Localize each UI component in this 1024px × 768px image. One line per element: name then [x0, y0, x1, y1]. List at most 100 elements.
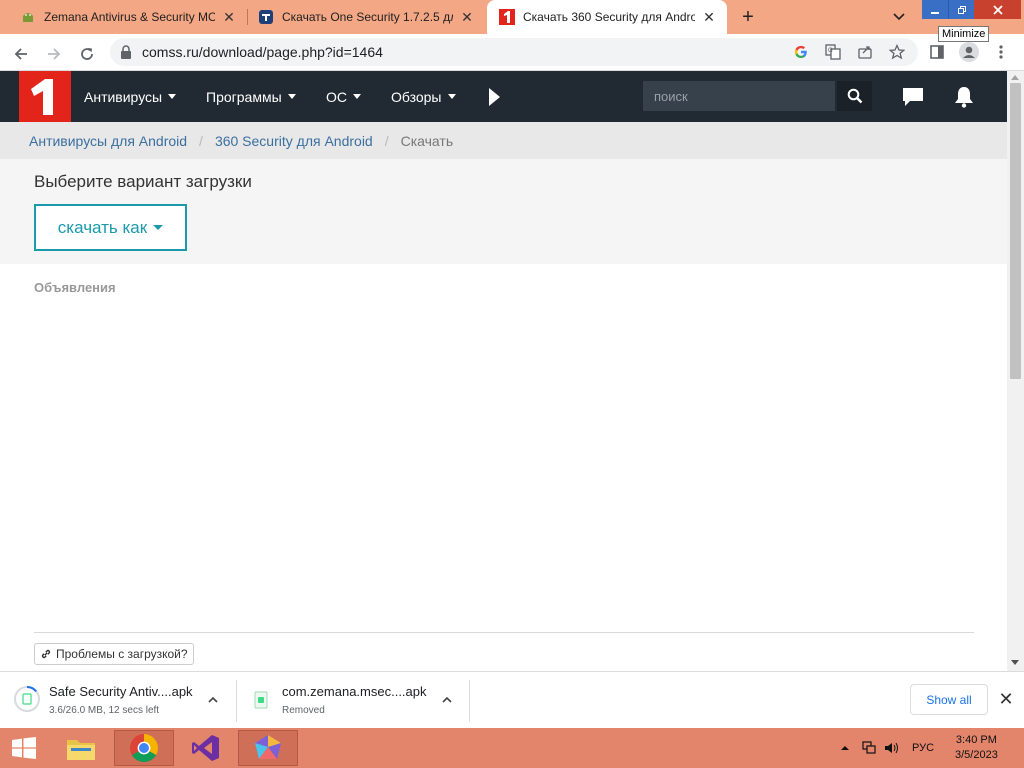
- new-tab-button[interactable]: +: [736, 5, 760, 29]
- tab-search-chevron-icon[interactable]: [889, 8, 909, 26]
- android-icon: [20, 9, 36, 25]
- breadcrumb-360-security[interactable]: 360 Security для Android: [215, 133, 373, 149]
- clock[interactable]: 3:40 PM 3/5/2023: [955, 733, 998, 763]
- apk-file-icon: [22, 693, 32, 705]
- download-status: 3.6/26.0 MB, 12 secs left: [49, 705, 160, 716]
- speaker-icon[interactable]: [884, 741, 900, 755]
- site-search-input[interactable]: [643, 81, 835, 111]
- menu-reviews[interactable]: Обзоры: [391, 71, 456, 122]
- download-filename: com.zemana.msec....apk: [282, 684, 427, 699]
- download-problems-button[interactable]: Проблемы с загрузкой?: [34, 643, 194, 665]
- downloads-shelf: Safe Security Antiv....apk 3.6/26.0 MB, …: [0, 671, 1024, 728]
- close-shelf-icon[interactable]: ✕: [997, 689, 1015, 709]
- translate-icon[interactable]: G: [824, 43, 842, 61]
- vertical-scrollbar[interactable]: [1007, 71, 1024, 671]
- tab-title: Скачать 360 Security для Androi: [523, 10, 695, 24]
- ads-label: Объявления: [34, 280, 116, 295]
- google-icon[interactable]: [792, 43, 810, 61]
- close-window-button[interactable]: [974, 0, 1021, 19]
- keyboard-language[interactable]: РУС: [912, 742, 934, 754]
- comss-logo-icon: [499, 9, 515, 25]
- address-bar[interactable]: comss.ru/download/page.php?id=1464 G: [110, 38, 918, 66]
- reload-button[interactable]: [75, 42, 99, 66]
- link-icon: [41, 649, 51, 659]
- more-menu-arrow-icon[interactable]: [489, 88, 500, 106]
- tab-zemana[interactable]: Zemana Antivirus & Security MO ✕: [0, 0, 247, 34]
- menu-label: Обзоры: [391, 88, 442, 105]
- tab-one-security[interactable]: Скачать One Security 1.7.2.5 для ✕: [248, 0, 485, 34]
- network-icon[interactable]: [862, 741, 878, 755]
- page-title: Выберите вариант загрузки: [34, 172, 252, 191]
- breadcrumb-separator: /: [199, 132, 203, 149]
- shelf-separator: [469, 680, 470, 722]
- close-tab-icon[interactable]: ✕: [459, 9, 475, 25]
- breadcrumb-separator: /: [384, 132, 389, 149]
- download-filename: Safe Security Antiv....apk: [49, 684, 193, 699]
- share-icon[interactable]: [856, 43, 874, 61]
- menu-label: Программы: [206, 88, 282, 105]
- chevron-down-icon: [153, 225, 164, 230]
- restore-button[interactable]: [948, 0, 974, 19]
- chrome-app[interactable]: [114, 730, 174, 766]
- bell-icon[interactable]: [952, 85, 976, 109]
- site-logo[interactable]: [19, 71, 71, 122]
- download-panel: Выберите вариант загрузки скачать как: [0, 159, 1007, 264]
- breadcrumb: Антивирусы для Android / 360 Security дл…: [0, 122, 1007, 159]
- download-problems-label: Проблемы с загрузкой?: [56, 647, 188, 661]
- close-tab-icon[interactable]: ✕: [221, 9, 237, 25]
- chevron-down-icon: [168, 94, 177, 99]
- chevron-down-icon: [447, 94, 456, 99]
- divider: [34, 632, 974, 633]
- tab-title: Zemana Antivirus & Security MO: [44, 10, 215, 24]
- tab-360-security[interactable]: Скачать 360 Security для Androi ✕: [487, 0, 727, 34]
- scrollbar-thumb[interactable]: [1010, 83, 1021, 379]
- download-item-zemana[interactable]: com.zemana.msec....apk Removed: [237, 672, 469, 729]
- menu-label: Антивирусы: [84, 88, 163, 105]
- download-as-button[interactable]: скачать как: [34, 204, 187, 251]
- search-button[interactable]: [837, 81, 872, 111]
- windows-logo-icon: [12, 737, 36, 759]
- chat-icon[interactable]: [901, 85, 925, 109]
- tab-strip: Zemana Antivirus & Security MO ✕ Скачать…: [0, 0, 1024, 42]
- download-item-safe-security[interactable]: Safe Security Antiv....apk 3.6/26.0 MB, …: [0, 672, 236, 729]
- file-explorer-app[interactable]: [51, 730, 111, 766]
- bluestacks-icon: [255, 735, 281, 759]
- visual-studio-app[interactable]: [176, 730, 236, 766]
- chrome-icon: [130, 734, 158, 762]
- menu-kebab-icon[interactable]: [990, 41, 1012, 63]
- menu-antiviruses[interactable]: Антивирусы: [84, 71, 177, 122]
- chevron-down-icon: [287, 94, 296, 99]
- close-tab-icon[interactable]: ✕: [701, 9, 717, 25]
- clock-time: 3:40 PM: [955, 734, 997, 746]
- download-progress-ring: [14, 686, 40, 712]
- chevron-up-icon[interactable]: [440, 693, 454, 707]
- menu-label: ОС: [326, 88, 347, 105]
- scroll-up-arrow-icon[interactable]: [1011, 75, 1019, 80]
- profile-avatar-icon[interactable]: [958, 41, 980, 63]
- show-all-downloads-button[interactable]: Show all: [910, 684, 988, 715]
- back-button[interactable]: [9, 42, 33, 66]
- windows-taskbar: РУС 3:40 PM 3/5/2023: [0, 728, 1024, 768]
- menu-programs[interactable]: Программы: [206, 71, 296, 122]
- menu-os[interactable]: ОС: [326, 71, 361, 122]
- side-panel-icon[interactable]: [926, 41, 948, 63]
- lock-icon[interactable]: [120, 45, 132, 59]
- folder-icon: [67, 740, 95, 760]
- site-header: Антивирусы Программы ОС Обзоры: [0, 71, 1007, 122]
- system-tray: РУС: [840, 728, 934, 768]
- scroll-down-arrow-icon[interactable]: [1011, 660, 1019, 665]
- bookmark-star-icon[interactable]: [888, 43, 906, 61]
- breadcrumb-current: Скачать: [400, 132, 454, 149]
- forward-button[interactable]: [42, 42, 66, 66]
- chevron-down-icon: [353, 94, 361, 99]
- bluestacks-app[interactable]: [238, 730, 298, 766]
- chevron-up-icon[interactable]: [206, 693, 220, 707]
- start-button[interactable]: [0, 730, 48, 766]
- browser-window: Zemana Antivirus & Security MO ✕ Скачать…: [0, 0, 1024, 768]
- breadcrumb-antivirus-android[interactable]: Антивирусы для Android: [29, 133, 187, 149]
- tab-title: Скачать One Security 1.7.2.5 для: [282, 10, 453, 24]
- tray-overflow-icon[interactable]: [840, 744, 850, 752]
- visual-studio-icon: [192, 735, 219, 761]
- window-controls: [922, 0, 1021, 19]
- minimize-button[interactable]: [922, 0, 948, 19]
